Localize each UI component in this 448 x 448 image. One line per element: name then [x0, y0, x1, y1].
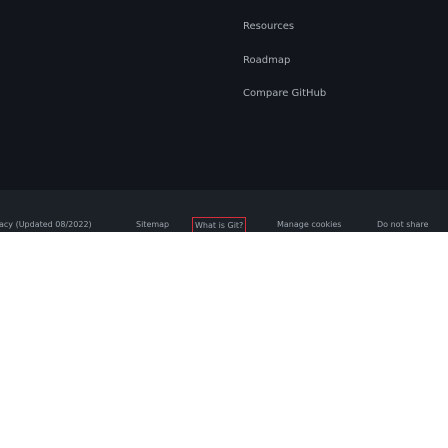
footer-link-resources[interactable]: Resources — [243, 21, 294, 32]
legal-link-do-not-share[interactable]: Do not share — [377, 217, 428, 232]
footer-link-roadmap[interactable]: Roadmap — [243, 55, 290, 66]
footer-link-compare-github[interactable]: Compare GitHub — [243, 88, 326, 99]
legal-link-privacy[interactable]: acy (Updated 08/2022) — [0, 217, 92, 232]
site-footer: Resources Roadmap Compare GitHub — [0, 0, 448, 190]
page: Resources Roadmap Compare GitHub acy (Up… — [0, 0, 448, 448]
legal-link-sitemap[interactable]: Sitemap — [136, 217, 169, 232]
blank-content-area — [0, 232, 448, 448]
legal-link-manage-cookies[interactable]: Manage cookies — [277, 217, 341, 232]
